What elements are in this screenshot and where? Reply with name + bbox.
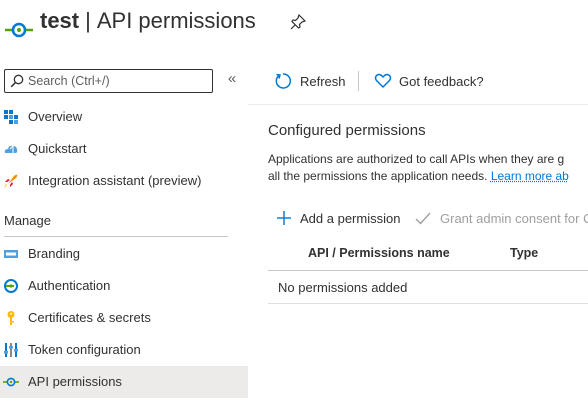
sidebar-item-label: API permissions bbox=[28, 374, 122, 389]
blade-header: test | API permissions bbox=[0, 0, 588, 46]
search-input[interactable]: Search (Ctrl+/) bbox=[4, 69, 213, 93]
sidebar: Search (Ctrl+/) « Overview Quickstart In… bbox=[0, 60, 248, 402]
authentication-icon bbox=[3, 278, 19, 294]
page-title: test | API permissions bbox=[40, 8, 256, 34]
add-permission-label: Add a permission bbox=[300, 211, 400, 226]
search-placeholder: Search (Ctrl+/) bbox=[28, 74, 110, 88]
sidebar-item-label: Integration assistant (preview) bbox=[28, 173, 201, 188]
sidebar-item-label: Quickstart bbox=[28, 141, 87, 156]
section-label-manage: Manage bbox=[4, 213, 51, 228]
pin-icon[interactable] bbox=[290, 14, 306, 30]
column-header-api-permissions-name[interactable]: API / Permissions name bbox=[308, 246, 450, 260]
empty-table-message: No permissions added bbox=[278, 280, 407, 295]
sidebar-item-integration-assistant[interactable]: Integration assistant (preview) bbox=[0, 165, 248, 197]
heart-icon bbox=[374, 72, 392, 90]
grant-admin-consent-label: Grant admin consent for C bbox=[440, 211, 588, 226]
command-bar: Refresh Got feedback? bbox=[268, 66, 588, 96]
title-separator: | bbox=[85, 8, 91, 33]
sidebar-item-certificates-secrets[interactable]: Certificates & secrets bbox=[0, 302, 248, 334]
collapse-sidebar-icon[interactable]: « bbox=[225, 70, 239, 88]
api-permissions-icon bbox=[4, 20, 34, 40]
sidebar-item-token-configuration[interactable]: Token configuration bbox=[0, 334, 248, 366]
sidebar-item-overview[interactable]: Overview bbox=[0, 101, 248, 133]
quickstart-icon bbox=[3, 141, 19, 157]
rocket-icon bbox=[3, 173, 19, 189]
token-config-icon bbox=[3, 342, 19, 358]
description: Applications are authorized to call APIs… bbox=[268, 151, 588, 185]
branding-icon bbox=[3, 246, 19, 262]
search-icon bbox=[10, 74, 24, 88]
checkmark-icon bbox=[415, 210, 431, 226]
column-header-type[interactable]: Type bbox=[510, 246, 538, 260]
page-name: API permissions bbox=[97, 8, 256, 33]
key-icon bbox=[3, 310, 19, 326]
table-header-rule bbox=[268, 270, 588, 271]
learn-more-link[interactable]: Learn more ab bbox=[491, 169, 569, 183]
sidebar-item-label: Token configuration bbox=[28, 342, 141, 357]
sidebar-item-api-permissions[interactable]: API permissions bbox=[0, 366, 248, 398]
sidebar-item-label: Authentication bbox=[28, 278, 110, 293]
refresh-label: Refresh bbox=[300, 74, 346, 89]
description-line-2: all the permissions the application need… bbox=[268, 168, 588, 185]
sidebar-item-label: Certificates & secrets bbox=[28, 310, 151, 325]
description-line-2-text: all the permissions the application need… bbox=[268, 169, 487, 183]
table-row-rule bbox=[268, 303, 588, 304]
plus-icon bbox=[276, 210, 292, 226]
sidebar-item-authentication[interactable]: Authentication bbox=[0, 270, 248, 302]
overview-icon bbox=[3, 109, 19, 125]
section-divider bbox=[4, 236, 228, 237]
sidebar-item-quickstart[interactable]: Quickstart bbox=[0, 133, 248, 165]
sidebar-item-branding[interactable]: Branding bbox=[0, 238, 248, 270]
sidebar-item-label: Branding bbox=[28, 246, 80, 261]
feedback-label: Got feedback? bbox=[399, 74, 484, 89]
description-line-1: Applications are authorized to call APIs… bbox=[268, 151, 588, 168]
toolbar-bottom-rule bbox=[248, 104, 588, 105]
refresh-icon bbox=[274, 72, 292, 90]
api-permissions-icon bbox=[3, 374, 19, 390]
app-name: test bbox=[40, 8, 79, 33]
toolbar-divider bbox=[358, 71, 359, 91]
sidebar-item-label: Overview bbox=[28, 109, 82, 124]
section-heading: Configured permissions bbox=[268, 122, 426, 139]
